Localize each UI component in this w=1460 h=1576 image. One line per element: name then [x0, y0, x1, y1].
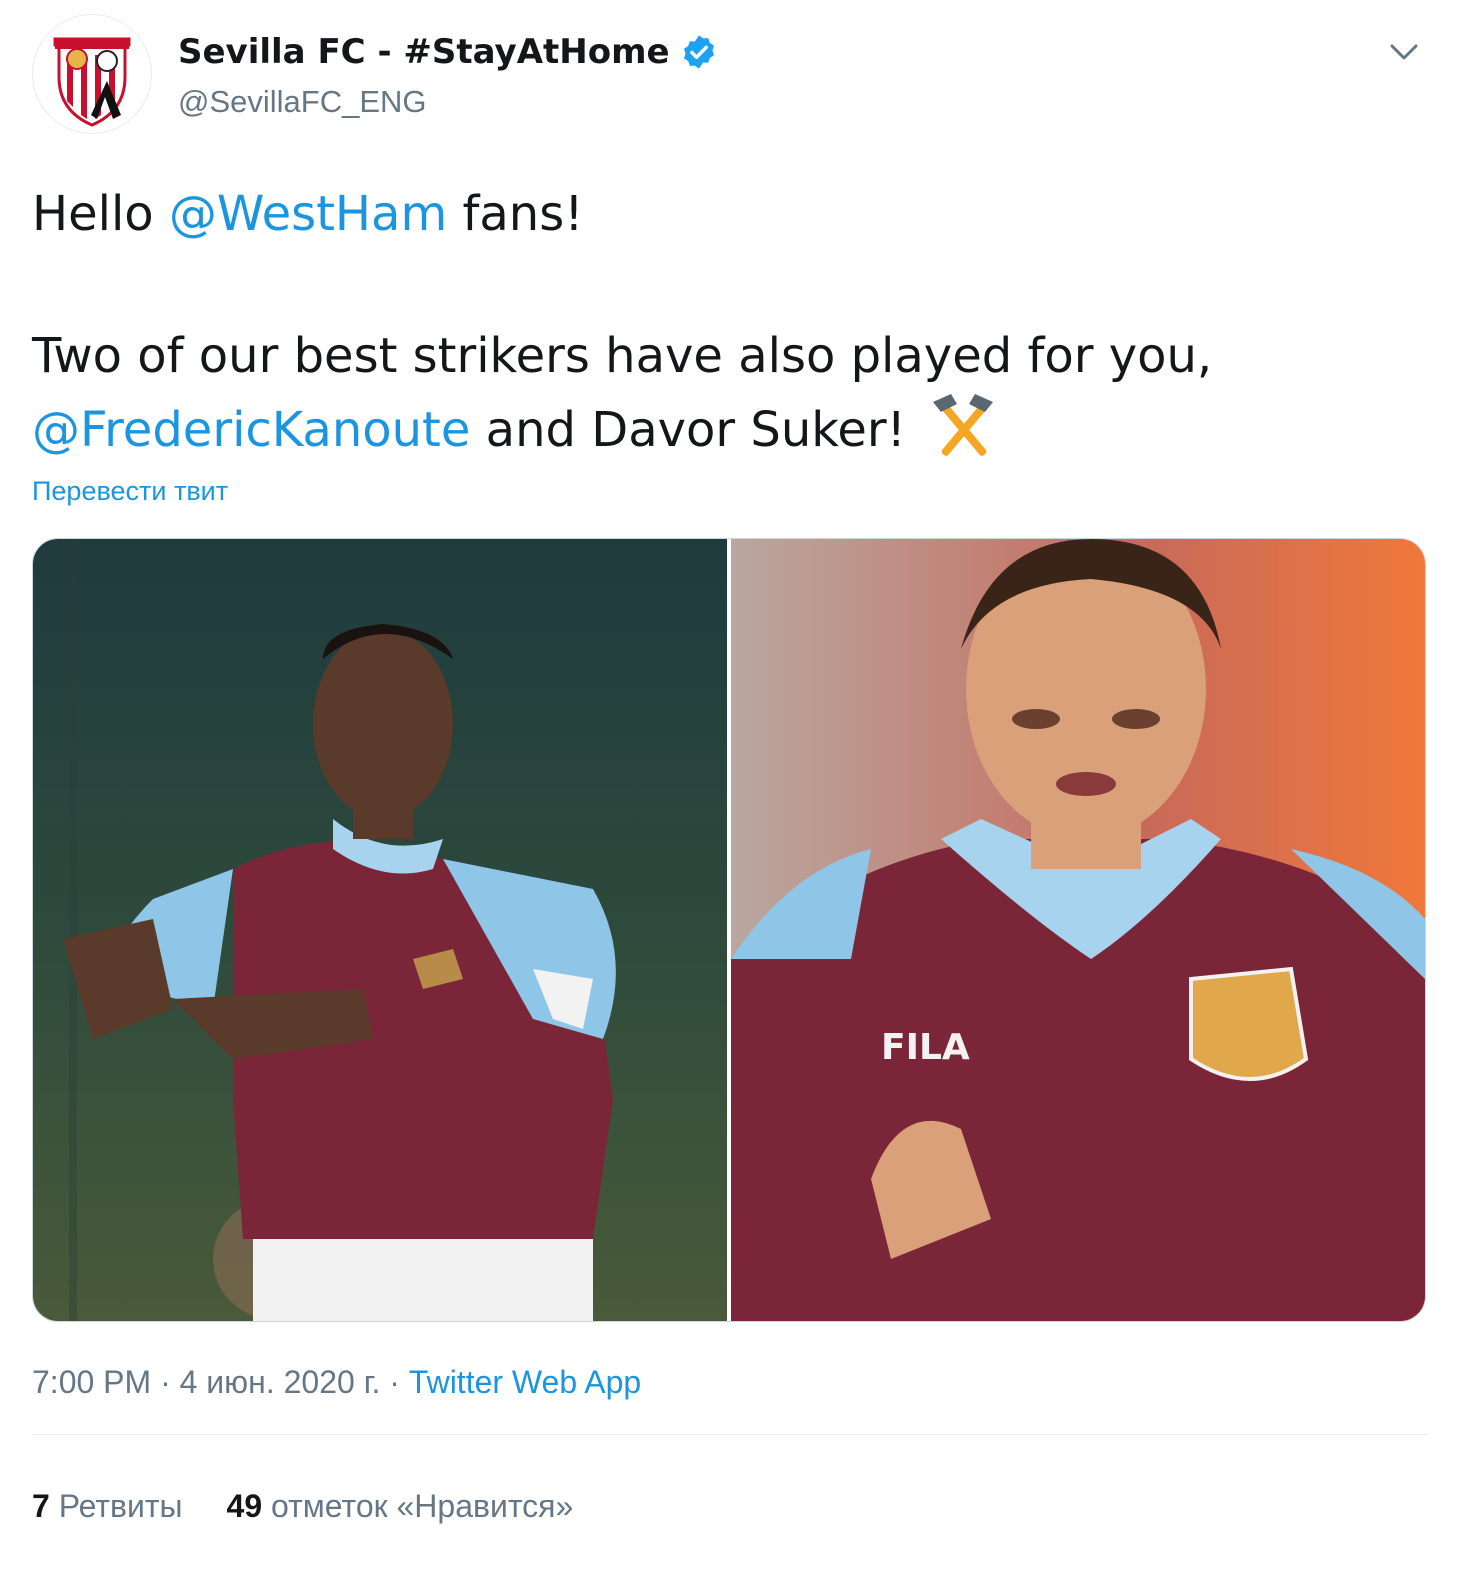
avatar[interactable] [32, 14, 152, 134]
tweet-media[interactable]: FILA [32, 538, 1426, 1322]
tweet-line-3: @FredericKanoute and Davor Suker! [32, 392, 1422, 466]
tweet-text-segment: fans! [447, 186, 584, 242]
tweet-source-app[interactable]: Twitter Web App [409, 1364, 641, 1400]
likes-label: отметок «Нравится» [262, 1488, 574, 1524]
tweet-date[interactable]: 4 июн. 2020 г. [180, 1364, 381, 1400]
chevron-down-icon[interactable] [1384, 32, 1424, 72]
retweets-label: Ретвиты [49, 1488, 183, 1524]
tweet-text: Hello @WestHam fans! Two of our best str… [32, 178, 1422, 466]
retweets-count: 7 [32, 1488, 50, 1524]
display-name-row[interactable]: Sevilla FC - #StayAtHome [178, 32, 718, 72]
tweet-time[interactable]: 7:00 PM [32, 1364, 151, 1400]
tweet-line-1: Hello @WestHam fans! [32, 178, 1422, 250]
kanoute-photo-image [33, 539, 727, 1321]
display-name[interactable]: Sevilla FC - #StayAtHome [178, 32, 670, 72]
sevilla-crest-icon [53, 37, 131, 127]
tweet-text-segment: Hello [32, 186, 169, 242]
verified-badge-icon [683, 35, 714, 69]
meta-separator: · [380, 1364, 409, 1400]
tweet-stats: 7 Ретвиты 49 отметок «Нравится» [32, 1488, 573, 1525]
tweet-text-segment: and Davor Suker! [470, 402, 922, 458]
hammers-emoji-icon [933, 394, 994, 456]
divider [32, 1434, 1428, 1435]
likes-stat[interactable]: 49 отметок «Нравится» [227, 1488, 574, 1524]
likes-count: 49 [226, 1488, 263, 1524]
tweet-line-2: Two of our best strikers have also playe… [32, 328, 1213, 384]
mention-link-westham[interactable]: @WestHam [169, 186, 447, 242]
account-handle[interactable]: @SevillaFC_ENG [178, 84, 718, 120]
suker-photo-image: FILA [731, 539, 1425, 1321]
meta-separator: · [151, 1364, 180, 1400]
tweet-meta: 7:00 PM · 4 июн. 2020 г. · Twitter Web A… [32, 1364, 641, 1401]
photo-suker[interactable]: FILA [731, 539, 1425, 1321]
retweets-stat[interactable]: 7 Ретвиты [32, 1488, 183, 1524]
photo-kanoute[interactable] [33, 539, 727, 1321]
mention-link-kanoute[interactable]: @FredericKanoute [32, 402, 470, 458]
tweet-header: Sevilla FC - #StayAtHome @SevillaFC_ENG [32, 14, 1428, 134]
svg-text:FILA: FILA [881, 1027, 970, 1068]
translate-tweet-link[interactable]: Перевести твит [32, 476, 228, 507]
